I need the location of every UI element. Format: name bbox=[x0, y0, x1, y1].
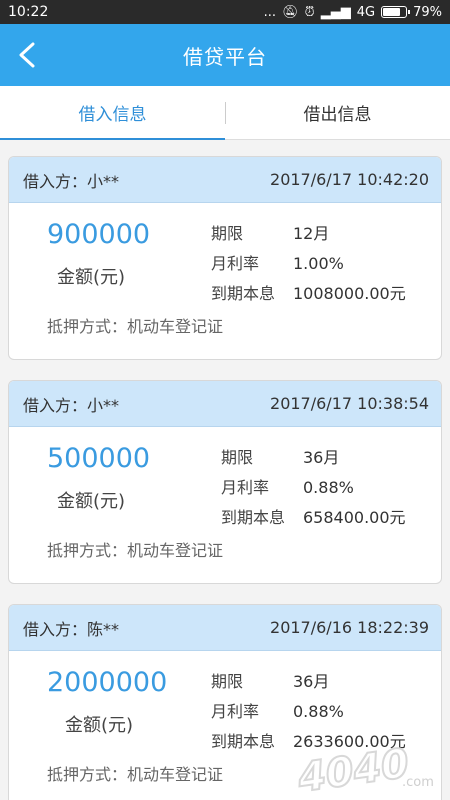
maturity-value: 1008000.00元 bbox=[293, 284, 406, 303]
borrower-name: 借入方：小** bbox=[23, 171, 120, 191]
amount-label: 金额(元) bbox=[57, 267, 126, 288]
loan-card-body: 900000 金额(元) 期限 12月 月利率 1.00% 到期本息 1008000.… bbox=[9, 203, 441, 359]
amount-label: 金额(元) bbox=[57, 491, 126, 512]
loan-card[interactable]: 借入方：陈** 2017/6/16 18:22:39 2000000 金额(元)… bbox=[8, 604, 442, 800]
back-button[interactable] bbox=[10, 38, 44, 72]
term-value: 36月 bbox=[303, 448, 340, 467]
battery-percent: 79% bbox=[413, 4, 442, 20]
back-arrow-icon bbox=[19, 42, 35, 68]
loan-details: 期限 12月 月利率 1.00% 到期本息 1008000.00元 bbox=[211, 219, 406, 309]
page-title: 借贷平台 bbox=[183, 44, 267, 69]
tab-borrow-info[interactable]: 借入信息 bbox=[0, 86, 225, 140]
maturity-label: 到期本息 bbox=[211, 732, 276, 751]
status-icons: ... 🔕︎ ⏰︎ ▂▄▆ 4G 79% bbox=[264, 5, 442, 20]
loan-card-header: 借入方：陈** 2017/6/16 18:22:39 bbox=[9, 605, 441, 651]
tab-bar: 借入信息 借出信息 bbox=[0, 86, 450, 140]
battery-fill bbox=[383, 8, 400, 16]
status-bar: 10:22 ... 🔕︎ ⏰︎ ▂▄▆ 4G 79% bbox=[0, 0, 450, 24]
app-header: 借贷平台 bbox=[0, 24, 450, 86]
loan-details: 期限 36月 月利率 0.88% 到期本息 2633600.00元 bbox=[211, 667, 406, 757]
rate-label: 月利率 bbox=[221, 478, 270, 497]
rate-label: 月利率 bbox=[211, 254, 260, 273]
loan-list: 借入方：小** 2017/6/17 10:42:20 900000 金额(元) … bbox=[0, 140, 450, 800]
signal-icon: ▂▄▆ bbox=[320, 4, 351, 20]
notification-dots: ... bbox=[263, 4, 277, 20]
amount-label: 金额(元) bbox=[65, 715, 134, 736]
network-type: 4G bbox=[356, 4, 376, 20]
tab-lend-info[interactable]: 借出信息 bbox=[225, 86, 450, 139]
loan-datetime: 2017/6/17 10:38:54 bbox=[270, 394, 429, 413]
loan-amount: 900000 bbox=[47, 219, 151, 250]
alarm-icon: ⏰︎ bbox=[304, 4, 315, 20]
loan-datetime: 2017/6/16 18:22:39 bbox=[270, 618, 429, 637]
rate-value: 0.88% bbox=[293, 702, 344, 721]
loan-card[interactable]: 借入方：小** 2017/6/17 10:42:20 900000 金额(元) … bbox=[8, 156, 442, 360]
term-value: 36月 bbox=[293, 672, 330, 691]
loan-card[interactable]: 借入方：小** 2017/6/17 10:38:54 500000 金额(元) … bbox=[8, 380, 442, 584]
battery-icon bbox=[381, 6, 411, 18]
borrower-name: 借入方：陈** bbox=[23, 619, 120, 639]
rate-value: 0.88% bbox=[303, 478, 354, 497]
loan-card-body: 500000 金额(元) 期限 36月 月利率 0.88% 到期本息 658400.0… bbox=[9, 427, 441, 583]
status-time: 10:22 bbox=[8, 4, 49, 20]
loan-card-body: 2000000 金额(元) 期限 36月 月利率 0.88% 到期本息 2633600… bbox=[9, 651, 441, 800]
maturity-value: 2633600.00元 bbox=[293, 732, 406, 751]
rate-label: 月利率 bbox=[211, 702, 260, 721]
maturity-label: 到期本息 bbox=[221, 508, 286, 527]
term-value: 12月 bbox=[293, 224, 330, 243]
term-label: 期限 bbox=[211, 224, 244, 243]
maturity-value: 658400.00元 bbox=[303, 508, 406, 527]
loan-card-header: 借入方：小** 2017/6/17 10:42:20 bbox=[9, 157, 441, 203]
term-label: 期限 bbox=[211, 672, 244, 691]
borrower-name: 借入方：小** bbox=[23, 395, 120, 415]
collateral-text: 抵押方式：机动车登记证 bbox=[47, 765, 224, 784]
maturity-label: 到期本息 bbox=[211, 284, 276, 303]
collateral-text: 抵押方式：机动车登记证 bbox=[47, 541, 224, 560]
collateral-text: 抵押方式：机动车登记证 bbox=[47, 317, 224, 336]
term-label: 期限 bbox=[221, 448, 254, 467]
loan-amount: 500000 bbox=[47, 443, 151, 474]
loan-card-header: 借入方：小** 2017/6/17 10:38:54 bbox=[9, 381, 441, 427]
loan-details: 期限 36月 月利率 0.88% 到期本息 658400.00元 bbox=[221, 443, 406, 533]
rate-value: 1.00% bbox=[293, 254, 344, 273]
mute-icon: 🔕︎ bbox=[282, 4, 299, 20]
loan-amount: 2000000 bbox=[47, 667, 168, 698]
loan-datetime: 2017/6/17 10:42:20 bbox=[270, 170, 429, 189]
